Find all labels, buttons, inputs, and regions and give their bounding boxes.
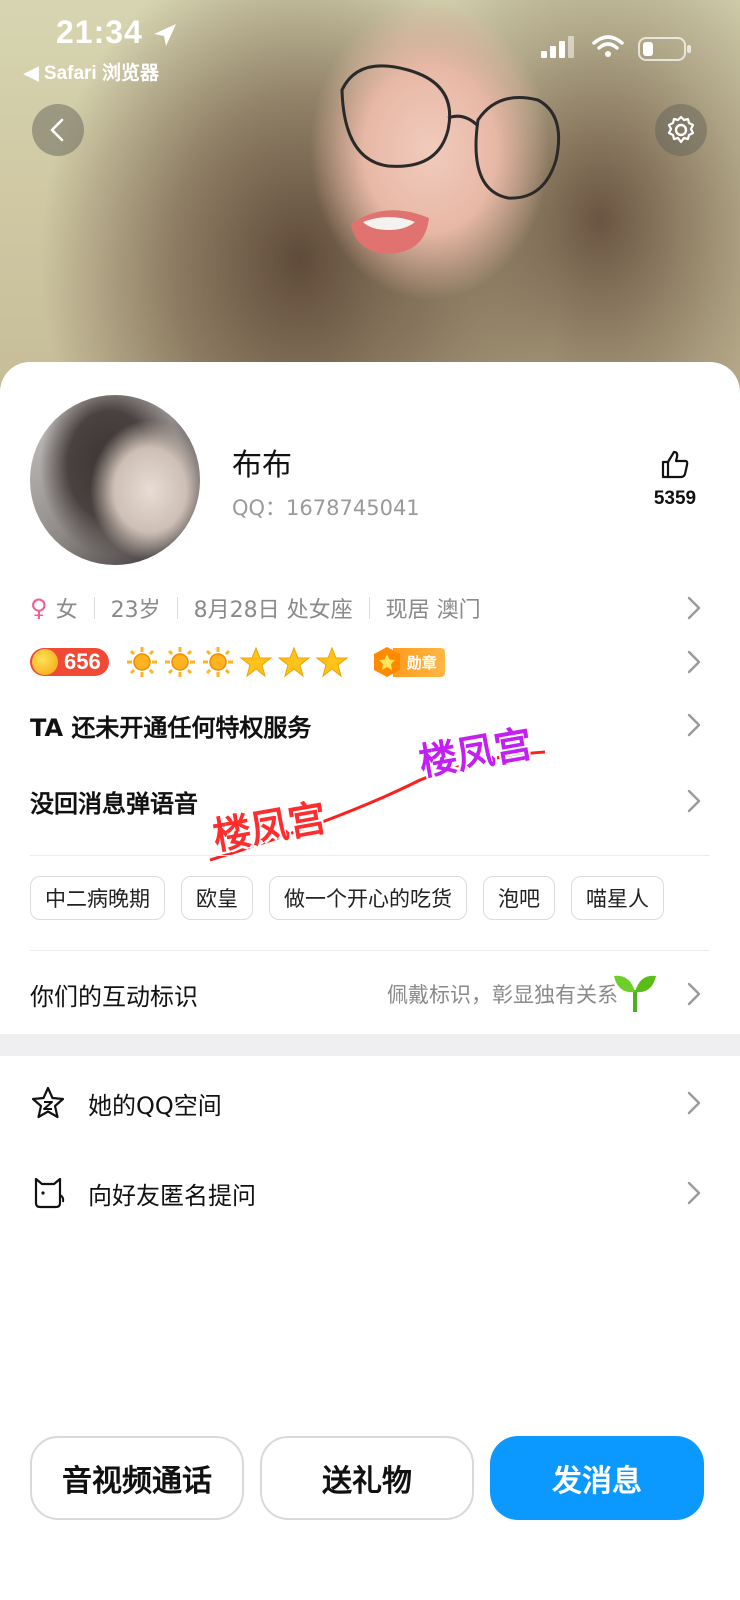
- star-icon: [315, 646, 349, 678]
- tag-item[interactable]: 喵星人: [571, 876, 664, 920]
- divider: [93, 597, 95, 619]
- anonymous-question-row[interactable]: 向好友匿名提问: [30, 1168, 710, 1218]
- battery-icon: [638, 37, 691, 61]
- like-count: 5359: [653, 488, 697, 509]
- settings-button[interactable]: [655, 104, 707, 156]
- cat-icon: [34, 1177, 65, 1209]
- gear-icon: [667, 115, 695, 144]
- chevron-right-icon: [687, 1181, 701, 1205]
- sprout-icon: [614, 975, 656, 1012]
- qq-number: QQ：1678745041: [232, 496, 420, 520]
- status-time: 21:34: [56, 14, 143, 50]
- chevron-right-icon: [687, 1091, 701, 1115]
- anonymous-question-label: 向好友匿名提问: [88, 1181, 256, 1210]
- level-icons: [125, 645, 349, 679]
- level-badge: 656: [30, 648, 109, 676]
- qzone-row[interactable]: 她的QQ空间: [30, 1078, 710, 1128]
- chevron-left-icon: [50, 118, 64, 142]
- send-gift-button[interactable]: 送礼物: [260, 1436, 474, 1520]
- privilege-text: TA 还未开通任何特权服务: [30, 714, 312, 742]
- medal-star-icon: [373, 647, 400, 677]
- send-message-button[interactable]: 发消息: [490, 1436, 704, 1520]
- qzone-label: 她的QQ空间: [88, 1091, 222, 1120]
- wifi-icon: [592, 35, 624, 57]
- back-to-safari[interactable]: ◀ Safari 浏览器: [24, 58, 159, 85]
- sun-icon: [126, 647, 157, 677]
- location: 现居 澳门: [385, 598, 481, 623]
- voice-message-text: 没回消息弹语音: [30, 790, 198, 818]
- medal-badge: 勋章: [371, 647, 445, 677]
- divider: [176, 597, 178, 619]
- basic-info-row[interactable]: ♀ 女 23岁 8月28日 处女座 现居 澳门: [30, 588, 710, 628]
- level-value: 656: [64, 649, 101, 674]
- star-icon: [239, 646, 273, 678]
- tag-item[interactable]: 泡吧: [483, 876, 555, 920]
- tag-item[interactable]: 中二病晚期: [30, 876, 165, 920]
- gender: 女: [55, 598, 78, 623]
- interaction-mark-hint: 佩戴标识，彰显独有关系: [387, 983, 618, 1007]
- location-arrow-icon: [154, 24, 176, 46]
- star-icon: [31, 1086, 65, 1119]
- status-bar: 21:34 ◀ Safari 浏览器: [0, 0, 740, 90]
- interaction-mark-label: 你们的互动标识: [30, 982, 198, 1011]
- star-icon: [277, 646, 311, 678]
- age: 23岁: [110, 598, 161, 623]
- chevron-right-icon: [687, 789, 701, 813]
- cellular-signal-icon: [541, 36, 574, 58]
- chevron-right-icon: [687, 596, 701, 620]
- lips-illustration: [351, 210, 429, 254]
- chevron-right-icon: [687, 713, 701, 737]
- video-call-button[interactable]: 音视频通话: [30, 1436, 244, 1520]
- tag-item[interactable]: 欧皇: [181, 876, 253, 920]
- nickname: 布布: [232, 448, 292, 483]
- coin-icon: [32, 649, 58, 675]
- section-separator: [0, 1034, 740, 1056]
- divider: [30, 855, 710, 856]
- interaction-mark-row[interactable]: 你们的互动标识 佩戴标识，彰显独有关系: [30, 972, 710, 1016]
- sun-icon: [202, 647, 233, 677]
- badge-row[interactable]: 656 勋章: [30, 642, 710, 682]
- chevron-right-icon: [687, 650, 701, 674]
- female-icon: ♀: [30, 594, 48, 622]
- tag-item[interactable]: 做一个开心的吃货: [269, 876, 467, 920]
- back-button[interactable]: [32, 104, 84, 156]
- tag-list: 中二病晚期 欧皇 做一个开心的吃货 泡吧 喵星人: [30, 876, 664, 920]
- chevron-right-icon: [687, 982, 701, 1006]
- birthday: 8月28日 处女座: [193, 598, 353, 623]
- like-button[interactable]: 5359: [640, 448, 710, 510]
- thumbs-up-icon: [661, 450, 689, 479]
- sun-icon: [164, 647, 195, 677]
- avatar[interactable]: [30, 395, 200, 565]
- divider: [368, 597, 370, 619]
- divider: [30, 950, 710, 951]
